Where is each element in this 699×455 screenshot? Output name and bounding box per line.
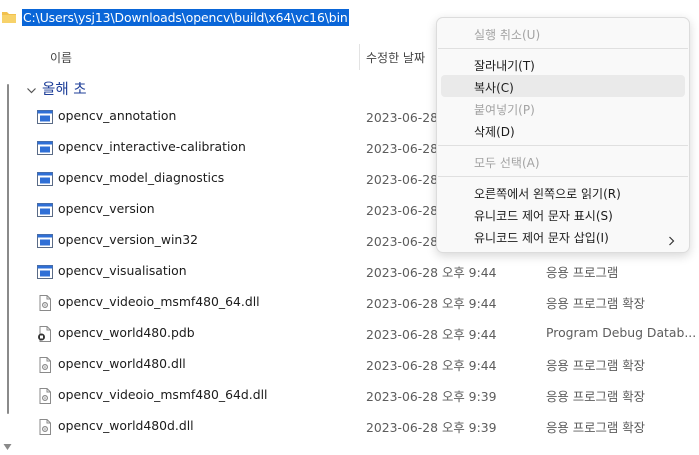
vertical-scrollbar[interactable] — [7, 84, 9, 414]
file-date: 2023-06-28 오후 9:44 — [366, 358, 497, 373]
file-name: opencv_version — [58, 201, 155, 216]
file-row[interactable]: opencv_visualisation 2023-06-28 오후 9:44 응용… — [0, 256, 699, 287]
dll-file-icon — [37, 388, 53, 404]
file-type: 응용 프로그램 확장 — [546, 358, 646, 373]
menu-item-cut[interactable]: 잘라내기(T) — [441, 53, 685, 75]
menu-item-delete[interactable]: 삭제(D) — [441, 119, 685, 141]
menu-item-copy-label: 복사(C) — [474, 81, 514, 95]
file-row[interactable]: opencv_world480.dll 2023-06-28 오후 9:44 응용 … — [0, 349, 699, 380]
menu-item-insert-unicode-label: 유니코드 제어 문자 삽입(I) — [474, 231, 609, 245]
file-date: 2023-06-28 오후 9:39 — [366, 389, 497, 404]
group-label: 올해 초 — [42, 82, 87, 98]
menu-item-copy[interactable]: 복사(C) — [441, 75, 685, 97]
file-row[interactable]: opencv_videoio_msmf480_64d.dll 2023-06-28… — [0, 380, 699, 411]
menu-item-rtl-reading[interactable]: 오른쪽에서 왼쪽으로 읽기(R) — [441, 181, 685, 203]
menu-item-show-unicode[interactable]: 유니코드 제어 문자 표시(S) — [441, 203, 685, 225]
file-name: opencv_version_win32 — [58, 232, 199, 247]
menu-separator — [438, 176, 688, 177]
address-path-input[interactable]: C:\Users\ysj13\Downloads\opencv\build\x6… — [22, 9, 349, 26]
menu-item-paste[interactable]: 붙여넣기(P) — [441, 97, 685, 119]
menu-item-insert-unicode[interactable]: 유니코드 제어 문자 삽입(I) — [441, 225, 685, 247]
application-file-icon — [37, 264, 53, 280]
folder-icon — [1, 9, 17, 28]
menu-item-undo[interactable]: 실행 취소(U) — [441, 22, 685, 44]
dll-file-icon — [37, 295, 53, 311]
scroll-down-arrow-icon[interactable] — [3, 436, 12, 455]
menu-separator — [438, 48, 688, 49]
file-row[interactable]: opencv_world480d.dll 2023-06-28 오후 9:39 응용… — [0, 411, 699, 442]
chevron-right-icon — [668, 231, 675, 250]
column-date-header[interactable]: 수정한 날짜 — [366, 49, 425, 66]
menu-item-rtl-label: 오른쪽에서 왼쪽으로 읽기(R) — [474, 187, 621, 201]
application-file-icon — [37, 140, 53, 156]
file-name: opencv_model_diagnostics — [58, 170, 225, 185]
file-row[interactable]: opencv_world480.pdb 2023-06-28 오후 9:44 Pro… — [0, 318, 699, 349]
column-separator[interactable] — [359, 44, 360, 70]
menu-item-select-all[interactable]: 모두 선택(A) — [441, 150, 685, 172]
application-file-icon — [37, 109, 53, 125]
file-name: opencv_world480d.dll — [58, 418, 194, 433]
application-file-icon — [37, 233, 53, 249]
file-type: 응용 프로그램 — [546, 265, 619, 280]
file-name: opencv_videoio_msmf480_64d.dll — [58, 387, 268, 402]
file-date: 2023-06-28 오후 9:39 — [366, 420, 497, 435]
menu-item-cut-label: 잘라내기(T) — [474, 59, 535, 73]
context-menu: 실행 취소(U) 잘라내기(T) 복사(C) 붙여넣기(P) 삭제(D) 모두 … — [436, 17, 690, 253]
menu-item-undo-label: 실행 취소(U) — [474, 28, 541, 42]
debug-database-file-icon — [37, 326, 53, 342]
file-type: 응용 프로그램 확장 — [546, 296, 646, 311]
file-row[interactable]: opencv_videoio_msmf480_64.dll 2023-06-28 … — [0, 287, 699, 318]
application-file-icon — [37, 171, 53, 187]
menu-item-select-all-label: 모두 선택(A) — [474, 156, 540, 170]
file-date: 2023-06-28 오후 9:44 — [366, 327, 497, 342]
chevron-down-icon[interactable] — [26, 81, 37, 100]
dll-file-icon — [37, 419, 53, 435]
file-name: opencv_world480.pdb — [58, 325, 195, 340]
file-type: 응용 프로그램 확장 — [546, 389, 646, 404]
file-date: 2023-06-28 오후 9:44 — [366, 296, 497, 311]
file-name: opencv_world480.dll — [58, 356, 186, 371]
file-name: opencv_visualisation — [58, 263, 187, 278]
file-date: 2023-06-28 오후 9:44 — [366, 265, 497, 280]
menu-item-delete-label: 삭제(D) — [474, 125, 515, 139]
column-name-header[interactable]: 이름 — [50, 49, 72, 66]
file-type: 응용 프로그램 확장 — [546, 420, 646, 435]
menu-item-paste-label: 붙여넣기(P) — [474, 103, 535, 117]
file-type: Program Debug Datab... — [546, 325, 697, 340]
file-name: opencv_interactive-calibration — [58, 139, 246, 154]
file-name: opencv_videoio_msmf480_64.dll — [58, 294, 260, 309]
application-file-icon — [37, 202, 53, 218]
menu-item-show-unicode-label: 유니코드 제어 문자 표시(S) — [474, 209, 613, 223]
file-name: opencv_annotation — [58, 108, 177, 123]
dll-file-icon — [37, 357, 53, 373]
menu-separator — [438, 145, 688, 146]
